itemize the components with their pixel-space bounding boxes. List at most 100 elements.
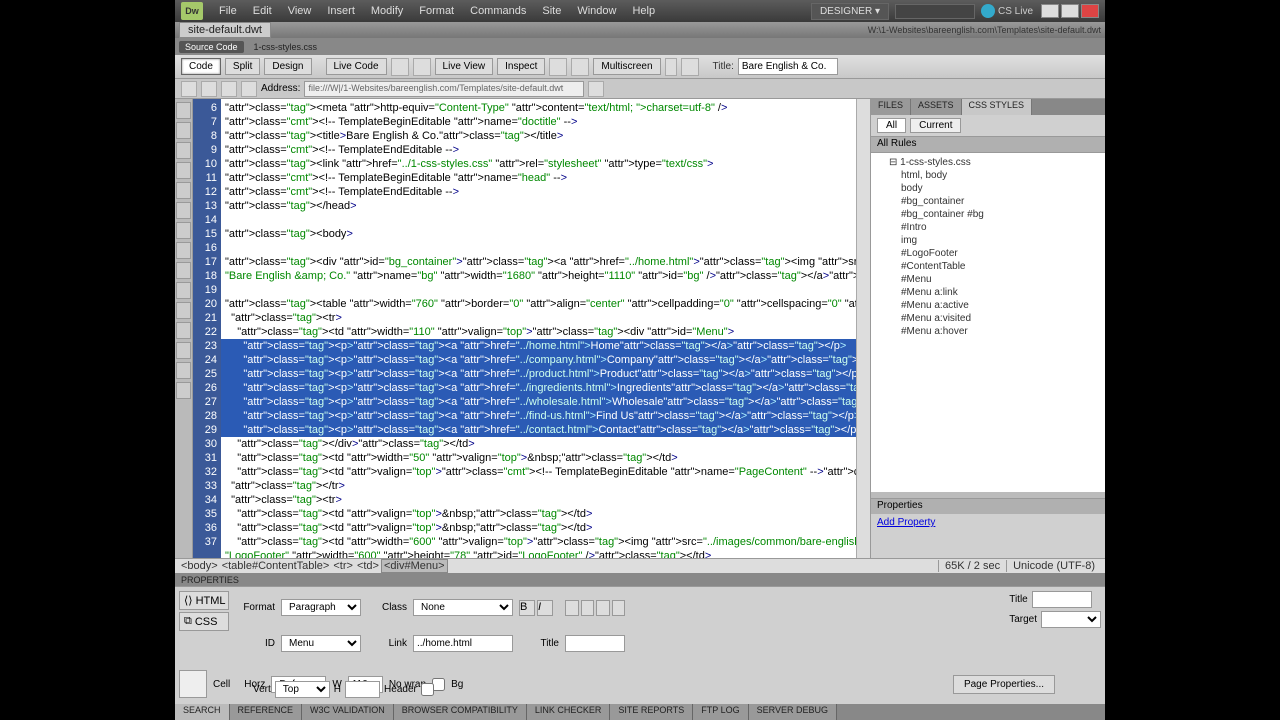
menu-modify[interactable]: Modify <box>363 5 411 17</box>
vertical-scrollbar[interactable] <box>856 99 870 558</box>
css-rule-item[interactable]: #LogoFooter <box>875 247 1101 260</box>
code-view-button[interactable]: Code <box>181 58 221 75</box>
css-rule-item[interactable]: #bg_container <box>875 195 1101 208</box>
workspace-switcher[interactable]: DESIGNER ▾ <box>811 3 889 20</box>
bc-tr[interactable]: <tr> <box>331 560 355 572</box>
current-button[interactable]: Current <box>910 118 961 133</box>
tool-icon[interactable] <box>176 222 191 239</box>
go-icon[interactable] <box>588 81 604 97</box>
tool-icon[interactable] <box>176 342 191 359</box>
bold-icon[interactable]: B <box>519 600 535 616</box>
title-input[interactable] <box>738 58 838 75</box>
stop-icon[interactable] <box>221 81 237 97</box>
close-button[interactable] <box>1081 4 1099 18</box>
properties-section-header[interactable]: PROPERTIES <box>175 573 1105 586</box>
title-input2[interactable] <box>1032 591 1092 608</box>
inspect-button[interactable]: Inspect <box>497 58 545 75</box>
menu-window[interactable]: Window <box>569 5 624 17</box>
css-rule-item[interactable]: #Intro <box>875 221 1101 234</box>
document-tab[interactable]: site-default.dwt <box>179 22 271 38</box>
nowrap-checkbox[interactable] <box>432 678 445 691</box>
home-icon[interactable] <box>241 81 257 97</box>
tool-icon[interactable] <box>176 382 191 399</box>
cslive-icon[interactable] <box>981 4 995 18</box>
live-view-button[interactable]: Live View <box>435 58 494 75</box>
link-input[interactable] <box>413 635 513 652</box>
tool-icon[interactable] <box>549 58 567 76</box>
tab-w3c[interactable]: W3C VALIDATION <box>302 704 394 720</box>
dropdown-icon[interactable] <box>665 58 677 76</box>
list-icon[interactable] <box>565 600 579 616</box>
minimize-button[interactable] <box>1041 4 1059 18</box>
tool-icon[interactable] <box>176 362 191 379</box>
tab-files[interactable]: FILES <box>871 99 911 115</box>
tab-css-styles[interactable]: CSS STYLES <box>962 99 1033 115</box>
css-rules-tree[interactable]: ⊟ 1-css-styles.csshtml, bodybody#bg_cont… <box>871 153 1105 492</box>
tab-site-reports[interactable]: SITE REPORTS <box>610 704 693 720</box>
menu-commands[interactable]: Commands <box>462 5 534 17</box>
tool-icon[interactable] <box>571 58 589 76</box>
app-logo[interactable]: Dw <box>181 2 203 20</box>
css-mode-button[interactable]: ⧉CSS <box>179 612 229 631</box>
bc-td[interactable]: <td> <box>355 560 381 572</box>
h-input[interactable] <box>345 681 380 698</box>
back-icon[interactable] <box>181 81 197 97</box>
design-view-button[interactable]: Design <box>264 58 311 75</box>
id-select[interactable]: Menu <box>281 635 361 652</box>
tab-browser-compat[interactable]: BROWSER COMPATIBILITY <box>394 704 527 720</box>
add-property-link[interactable]: Add Property <box>871 514 1105 531</box>
html-mode-button[interactable]: ⟨⟩HTML <box>179 591 229 610</box>
forward-icon[interactable] <box>201 81 217 97</box>
live-code-button[interactable]: Live Code <box>326 58 387 75</box>
css-rule-item[interactable]: #Menu a:link <box>875 286 1101 299</box>
indent-icon[interactable] <box>612 600 626 616</box>
outdent-icon[interactable] <box>596 600 610 616</box>
search-input[interactable] <box>895 4 975 19</box>
css-rule-item[interactable]: #Menu a:visited <box>875 312 1101 325</box>
page-properties-button[interactable]: Page Properties... <box>953 675 1055 694</box>
title-input[interactable] <box>565 635 625 652</box>
menu-site[interactable]: Site <box>534 5 569 17</box>
bc-table[interactable]: <table#ContentTable> <box>220 560 332 572</box>
address-input[interactable]: file:///W|/1-Websites/bareenglish.com/Te… <box>304 81 584 97</box>
menu-view[interactable]: View <box>280 5 320 17</box>
tab-reference[interactable]: REFERENCE <box>230 704 303 720</box>
css-rule-item[interactable]: #bg_container #bg <box>875 208 1101 221</box>
code-editor[interactable]: "attr">class="tag"><meta "attr">http-equ… <box>221 99 870 558</box>
css-rule-item[interactable]: ⊟ 1-css-styles.css <box>875 156 1101 169</box>
cslive-label[interactable]: CS Live <box>998 6 1033 17</box>
tool-icon[interactable] <box>413 58 431 76</box>
css-rule-item[interactable]: html, body <box>875 169 1101 182</box>
css-rule-item[interactable]: #Menu a:active <box>875 299 1101 312</box>
css-rule-item[interactable]: img <box>875 234 1101 247</box>
tool-icon[interactable] <box>176 122 191 139</box>
refresh-icon[interactable] <box>681 58 699 76</box>
italic-icon[interactable]: I <box>537 600 553 616</box>
tab-search[interactable]: SEARCH <box>175 704 230 720</box>
tool-icon[interactable] <box>176 162 191 179</box>
tool-icon[interactable] <box>176 262 191 279</box>
tool-icon[interactable] <box>176 142 191 159</box>
menu-file[interactable]: File <box>211 5 245 17</box>
menu-help[interactable]: Help <box>624 5 663 17</box>
related-css-file[interactable]: 1-css-styles.css <box>248 41 324 53</box>
source-code-btn[interactable]: Source Code <box>179 41 244 53</box>
vert-select[interactable]: Top <box>275 681 330 698</box>
cell-icon[interactable] <box>179 670 207 698</box>
tool-icon[interactable] <box>391 58 409 76</box>
tool-icon[interactable] <box>176 102 191 119</box>
tab-server-debug[interactable]: SERVER DEBUG <box>749 704 837 720</box>
menu-format[interactable]: Format <box>411 5 462 17</box>
css-rule-item[interactable]: #Menu <box>875 273 1101 286</box>
class-select[interactable]: None <box>413 599 513 616</box>
tool-icon[interactable] <box>176 282 191 299</box>
tab-link-checker[interactable]: LINK CHECKER <box>527 704 611 720</box>
css-rule-item[interactable]: body <box>875 182 1101 195</box>
css-rule-item[interactable]: #ContentTable <box>875 260 1101 273</box>
tool-icon[interactable] <box>176 302 191 319</box>
bc-div-menu[interactable]: <div#Menu> <box>381 559 448 573</box>
tool-icon[interactable] <box>176 202 191 219</box>
maximize-button[interactable] <box>1061 4 1079 18</box>
menu-edit[interactable]: Edit <box>245 5 280 17</box>
css-rule-item[interactable]: #Menu a:hover <box>875 325 1101 338</box>
